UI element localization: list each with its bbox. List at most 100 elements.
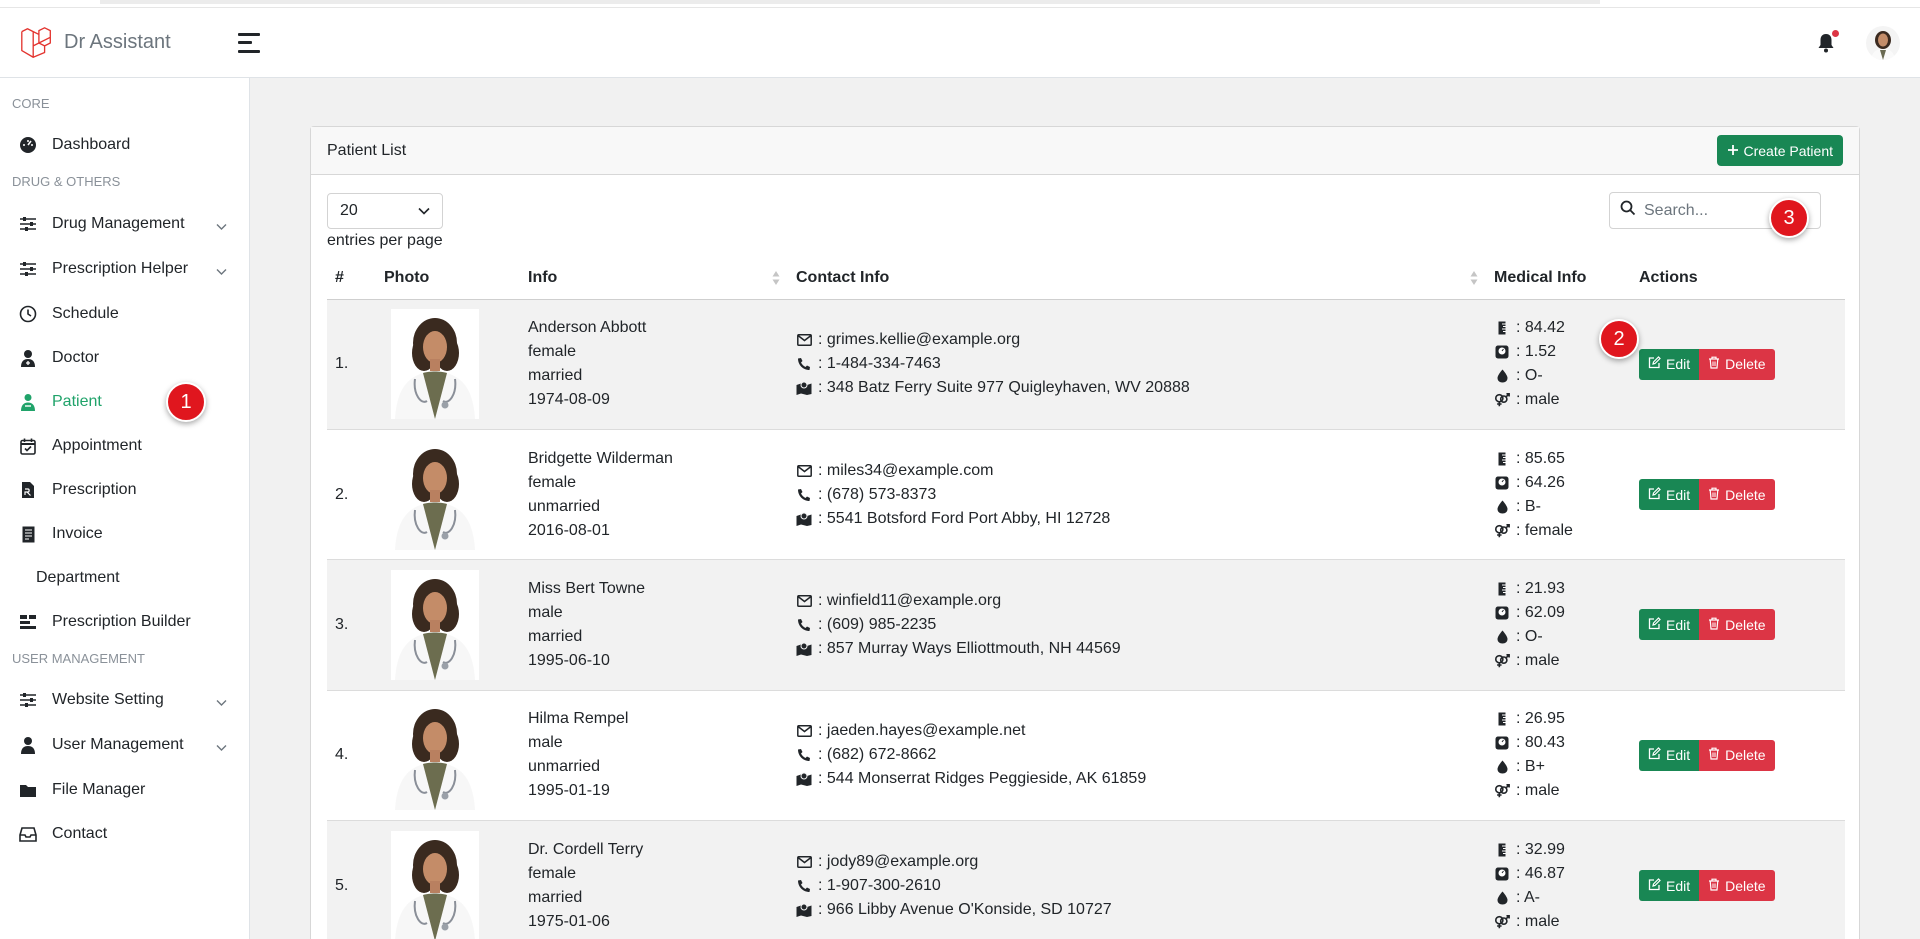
patient-blood-group: : O- — [1516, 627, 1543, 645]
sidebar-item-label: Department — [36, 569, 120, 586]
patient-marital-status: married — [528, 367, 583, 385]
entries-per-page-select[interactable]: 20 — [327, 193, 443, 229]
sidebar-item-drug-management[interactable]: Drug Management — [0, 206, 249, 242]
patient-weight: : 64.26 — [1516, 473, 1565, 491]
sidebar-item-label: Prescription Helper — [52, 260, 189, 277]
row-number: 1. — [327, 299, 376, 430]
sidebar-item-patient[interactable]: Patient — [0, 384, 249, 420]
sidebar-item-dashboard[interactable]: Dashboard — [0, 127, 249, 163]
delete-label: Delete — [1725, 747, 1766, 764]
column-header-medical-info[interactable]: Medical Info — [1486, 257, 1631, 300]
user-icon — [18, 735, 38, 755]
column-header-info[interactable]: Info — [520, 257, 788, 300]
sidebar-item-website-setting[interactable]: Website Setting — [0, 682, 249, 718]
map-location-icon — [796, 772, 812, 787]
weight-scale-icon — [1494, 606, 1510, 620]
sidebar-item-prescription-helper[interactable]: Prescription Helper — [0, 251, 249, 287]
patient-address: : 857 Murray Ways Elliottmouth, NH 44569 — [818, 639, 1121, 657]
trash-icon — [1708, 487, 1720, 503]
sidebar-item-appointment[interactable]: Appointment — [0, 428, 249, 464]
edit-button[interactable]: Edit — [1639, 739, 1700, 771]
envelope-icon — [796, 855, 812, 868]
sidebar-item-label: Prescription — [52, 481, 137, 498]
delete-button[interactable]: Delete — [1699, 609, 1775, 641]
sidebar-item-doctor[interactable]: Doctor — [0, 340, 249, 376]
sidebar-toggle-button[interactable] — [238, 32, 260, 53]
envelope-icon — [796, 725, 812, 738]
brand[interactable]: Dr Assistant — [18, 24, 238, 62]
sidebar-item-prescription-builder[interactable]: Prescription Builder — [0, 604, 249, 640]
sidebar-item-department[interactable]: Department — [0, 560, 249, 596]
patient-address: : 544 Monserrat Ridges Peggieside, AK 61… — [818, 770, 1147, 788]
notification-bell-icon[interactable] — [1816, 29, 1839, 54]
medical-cell: : 21.93 : 62.09 : O- : male — [1486, 559, 1631, 691]
patient-gender: male — [528, 603, 563, 621]
patient-table: # Photo Info Contact Info Medical Info A… — [327, 257, 1845, 939]
delete-button[interactable]: Delete — [1699, 739, 1775, 771]
patient-gender: female — [528, 343, 577, 361]
photo-cell — [376, 690, 520, 822]
sidebar-item-label: User Management — [52, 736, 184, 753]
patient-sex: : male — [1516, 391, 1560, 409]
user-avatar[interactable] — [1866, 25, 1900, 60]
chevron-down-icon — [216, 739, 227, 757]
chevron-down-icon — [216, 694, 227, 712]
annotation-badge-3: 3 — [1769, 198, 1809, 238]
patient-gender: male — [528, 734, 563, 752]
patient-height: : 32.99 — [1516, 840, 1565, 858]
search-input[interactable] — [1644, 201, 1784, 220]
chevron-down-icon — [216, 218, 227, 236]
info-cell: Bridgette Wilderman female unmarried 201… — [520, 429, 788, 561]
patient-dob: 1995-06-10 — [528, 651, 610, 669]
sidebar-item-user-management[interactable]: User Management — [0, 727, 249, 763]
table-row: 3. Miss Bert Towne male married 1995-06-… — [327, 559, 1845, 691]
create-patient-button[interactable]: Create Patient — [1716, 135, 1843, 166]
patient-email: : jaeden.hayes@example.net — [818, 722, 1026, 740]
inbox-icon — [18, 824, 38, 844]
info-cell: Miss Bert Towne male married 1995-06-10 — [520, 559, 788, 691]
delete-button[interactable]: Delete — [1699, 479, 1775, 511]
patient-phone: : 1-907-300-2610 — [818, 876, 941, 894]
sidebar-item-file-manager[interactable]: File Manager — [0, 772, 249, 808]
clock-icon — [18, 304, 38, 324]
patient-photo — [391, 700, 479, 811]
info-cell: Hilma Rempel male unmarried 1995-01-19 — [520, 690, 788, 822]
phone-icon — [796, 748, 812, 762]
delete-button[interactable]: Delete — [1699, 348, 1775, 380]
delete-button[interactable]: Delete — [1699, 870, 1775, 902]
sliders-icon — [18, 214, 38, 234]
medical-cell: : 32.99 : 46.87 : A- : male — [1486, 820, 1631, 939]
sidebar-item-label: File Manager — [52, 781, 146, 798]
column-header-contact-info[interactable]: Contact Info — [788, 257, 1486, 300]
actions-cell: Edit Delete — [1631, 429, 1845, 561]
map-location-icon — [796, 512, 812, 526]
patient-email: : winfield11@example.org — [818, 591, 1002, 609]
patient-sex: : male — [1516, 651, 1560, 669]
phone-icon — [796, 357, 812, 371]
patient-marital-status: married — [528, 888, 583, 906]
column-header-number[interactable]: # — [327, 257, 376, 300]
sidebar-item-schedule[interactable]: Schedule — [0, 296, 249, 332]
notification-dot — [1832, 29, 1839, 37]
edit-button[interactable]: Edit — [1639, 479, 1700, 511]
edit-button[interactable]: Edit — [1639, 348, 1700, 380]
edit-button[interactable]: Edit — [1639, 609, 1700, 641]
annotation-badge-2: 2 — [1599, 319, 1639, 359]
weight-scale-icon — [1494, 867, 1510, 881]
envelope-icon — [796, 464, 812, 477]
sidebar-item-contact[interactable]: Contact — [0, 816, 249, 852]
edit-button[interactable]: Edit — [1639, 870, 1700, 902]
browser-top-strip — [0, 0, 1920, 8]
sidebar-item-label: Prescription Builder — [52, 613, 191, 630]
venus-mars-icon — [1494, 783, 1510, 799]
sidebar-item-label: Contact — [52, 825, 108, 842]
ruler-vertical-icon — [1494, 843, 1510, 857]
delete-label: Delete — [1725, 877, 1766, 894]
card-header: Patient List Create Patient — [311, 127, 1859, 175]
sidebar-item-prescription[interactable]: Prescription — [0, 472, 249, 508]
delete-label: Delete — [1725, 486, 1766, 503]
delete-label: Delete — [1725, 616, 1766, 633]
patient-icon — [18, 392, 38, 412]
medical-cell: : 84.42 : 1.52 : O- : male — [1486, 299, 1631, 430]
sidebar-item-invoice[interactable]: Invoice — [0, 516, 249, 552]
